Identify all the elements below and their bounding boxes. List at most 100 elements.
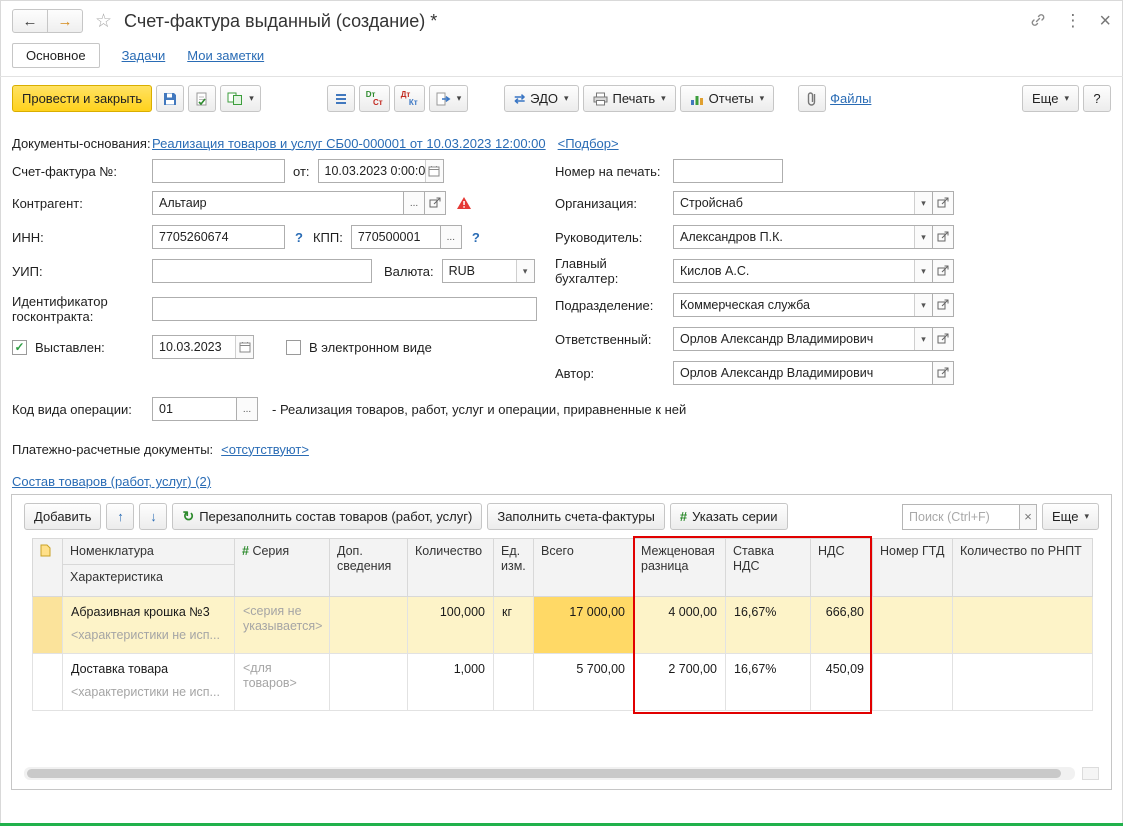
files-link[interactable]: Файлы	[830, 91, 871, 106]
menu-icon[interactable]: ⋮	[1064, 11, 1081, 31]
gtd-cell[interactable]	[873, 597, 953, 654]
series-cell[interactable]: <для товаров>	[235, 654, 330, 711]
move-down-button[interactable]: ↓	[139, 503, 167, 530]
tab-main[interactable]: Основное	[12, 43, 100, 68]
series-cell[interactable]: <серия не указывается>	[235, 597, 330, 654]
attachments-button[interactable]	[798, 85, 826, 112]
gtd-cell[interactable]	[873, 654, 953, 711]
extra-cell[interactable]	[330, 654, 408, 711]
author-field[interactable]: Орлов Александр Владимирович	[673, 361, 933, 385]
vat-rate-cell[interactable]: 16,67%	[726, 597, 811, 654]
kpp-field[interactable]	[351, 225, 441, 249]
unit-cell[interactable]: кг	[494, 597, 534, 654]
organization-open-button[interactable]	[932, 191, 954, 215]
help-button[interactable]: ?	[1083, 85, 1111, 112]
organization-field[interactable]: Стройснаб ▾	[673, 191, 933, 215]
col-vat[interactable]: НДС	[811, 539, 873, 597]
refill-button[interactable]: ↻ Перезаполнить состав товаров (работ, у…	[172, 503, 482, 530]
chevron-down-icon[interactable]: ▾	[914, 192, 932, 214]
qty-cell[interactable]: 100,000	[408, 597, 494, 654]
add-button[interactable]: Добавить	[24, 503, 101, 530]
op-code-field[interactable]	[152, 397, 237, 421]
reports-button[interactable]: Отчеты ▾	[680, 85, 774, 112]
col-gtd[interactable]: Номер ГТД	[873, 539, 953, 597]
counterparty-field[interactable]: Альтаир	[152, 191, 404, 215]
col-margin[interactable]: Межценовая разница	[634, 539, 726, 597]
issued-checkbox[interactable]: ✓	[12, 340, 27, 355]
chevron-down-icon[interactable]: ▾	[914, 260, 932, 282]
gov-contract-field[interactable]	[152, 297, 537, 321]
chevron-down-icon[interactable]: ▾	[914, 294, 932, 316]
issued-date-field[interactable]: 10.03.2023	[152, 335, 254, 359]
post-document-button[interactable]	[188, 85, 216, 112]
extra-cell[interactable]	[330, 597, 408, 654]
chevron-down-icon[interactable]: ▾	[914, 226, 932, 248]
responsible-open-button[interactable]	[932, 327, 954, 351]
margin-cell[interactable]: 2 700,00	[634, 654, 726, 711]
print-number-field[interactable]	[673, 159, 783, 183]
col-unit[interactable]: Ед. изм.	[494, 539, 534, 597]
post-and-close-button[interactable]: Провести и закрыть	[12, 85, 152, 112]
nomenclature-cell[interactable]: Абразивная крошка №3 <характеристики не …	[63, 597, 235, 654]
total-cell[interactable]: 5 700,00	[534, 654, 634, 711]
create-based-on-button[interactable]: ▾	[220, 85, 261, 112]
scrollbar-thumb[interactable]	[27, 769, 1061, 778]
row-indicator-cell[interactable]	[33, 654, 63, 711]
vat-cell[interactable]: 666,80	[811, 597, 873, 654]
link-icon[interactable]	[1030, 12, 1046, 31]
row-indicator-cell[interactable]	[33, 597, 63, 654]
col-row-indicator[interactable]	[33, 539, 63, 597]
counterparty-choose-button[interactable]: ...	[403, 191, 425, 215]
department-open-button[interactable]	[932, 293, 954, 317]
col-characteristic[interactable]: Характеристика	[63, 565, 235, 597]
accountant-open-button[interactable]	[932, 259, 954, 283]
margin-cell[interactable]: 4 000,00	[634, 597, 726, 654]
calendar-icon[interactable]	[425, 160, 443, 182]
rnpt-cell[interactable]	[953, 654, 1093, 711]
calendar-icon[interactable]	[235, 336, 253, 358]
inn-field[interactable]	[152, 225, 285, 249]
manager-field[interactable]: Александров П.К. ▾	[673, 225, 933, 249]
move-up-button[interactable]: ↑	[106, 503, 134, 530]
table-row[interactable]: Абразивная крошка №3 <характеристики не …	[33, 597, 1093, 654]
vat-rate-cell[interactable]: 16,67%	[726, 654, 811, 711]
search-input[interactable]	[902, 504, 1020, 530]
back-button[interactable]: ←	[12, 9, 48, 33]
set-series-button[interactable]: # Указать серии	[670, 503, 788, 530]
nomenclature-cell[interactable]: Доставка товара <характеристики не исп..…	[63, 654, 235, 711]
pick-link[interactable]: <Подбор>	[558, 136, 619, 151]
chevron-down-icon[interactable]: ▾	[516, 260, 534, 282]
print-button[interactable]: Печать ▾	[583, 85, 676, 112]
document-list-button[interactable]	[327, 85, 355, 112]
manager-open-button[interactable]	[932, 225, 954, 249]
save-button[interactable]	[156, 85, 184, 112]
col-vat-rate[interactable]: Ставка НДС	[726, 539, 811, 597]
unit-cell[interactable]	[494, 654, 534, 711]
rnpt-cell[interactable]	[953, 597, 1093, 654]
inn-help-link[interactable]: ?	[295, 230, 303, 245]
horizontal-scrollbar[interactable]	[24, 767, 1075, 780]
send-button[interactable]: ▾	[429, 85, 469, 112]
total-cell[interactable]: 17 000,00	[534, 597, 634, 654]
col-rnpt[interactable]: Количество по РНПТ	[953, 539, 1093, 597]
invoice-date-field[interactable]: 10.03.2023 0:00:00	[318, 159, 444, 183]
author-open-button[interactable]	[932, 361, 954, 385]
tab-tasks[interactable]: Задачи	[122, 48, 166, 63]
kpp-choose-button[interactable]: ...	[440, 225, 462, 249]
table-row[interactable]: Доставка товара <характеристики не исп..…	[33, 654, 1093, 711]
qty-cell[interactable]: 1,000	[408, 654, 494, 711]
electronic-checkbox[interactable]	[286, 340, 301, 355]
fill-invoices-button[interactable]: Заполнить счета-фактуры	[487, 503, 665, 530]
chevron-down-icon[interactable]: ▾	[914, 328, 932, 350]
kpp-help-link[interactable]: ?	[472, 230, 480, 245]
currency-select[interactable]: RUB ▾	[442, 259, 535, 283]
op-code-choose-button[interactable]: ...	[236, 397, 258, 421]
col-total[interactable]: Всего	[534, 539, 634, 597]
col-nomenclature[interactable]: Номенклатура	[63, 539, 235, 565]
base-document-link[interactable]: Реализация товаров и услуг СБ00-000001 о…	[152, 136, 546, 151]
counterparty-open-button[interactable]	[424, 191, 446, 215]
favorite-star-icon[interactable]: ☆	[95, 10, 112, 33]
department-field[interactable]: Коммерческая служба ▾	[673, 293, 933, 317]
dt-kt-button[interactable]: ДтКт	[394, 85, 425, 112]
clear-search-button[interactable]: ×	[1019, 504, 1037, 530]
